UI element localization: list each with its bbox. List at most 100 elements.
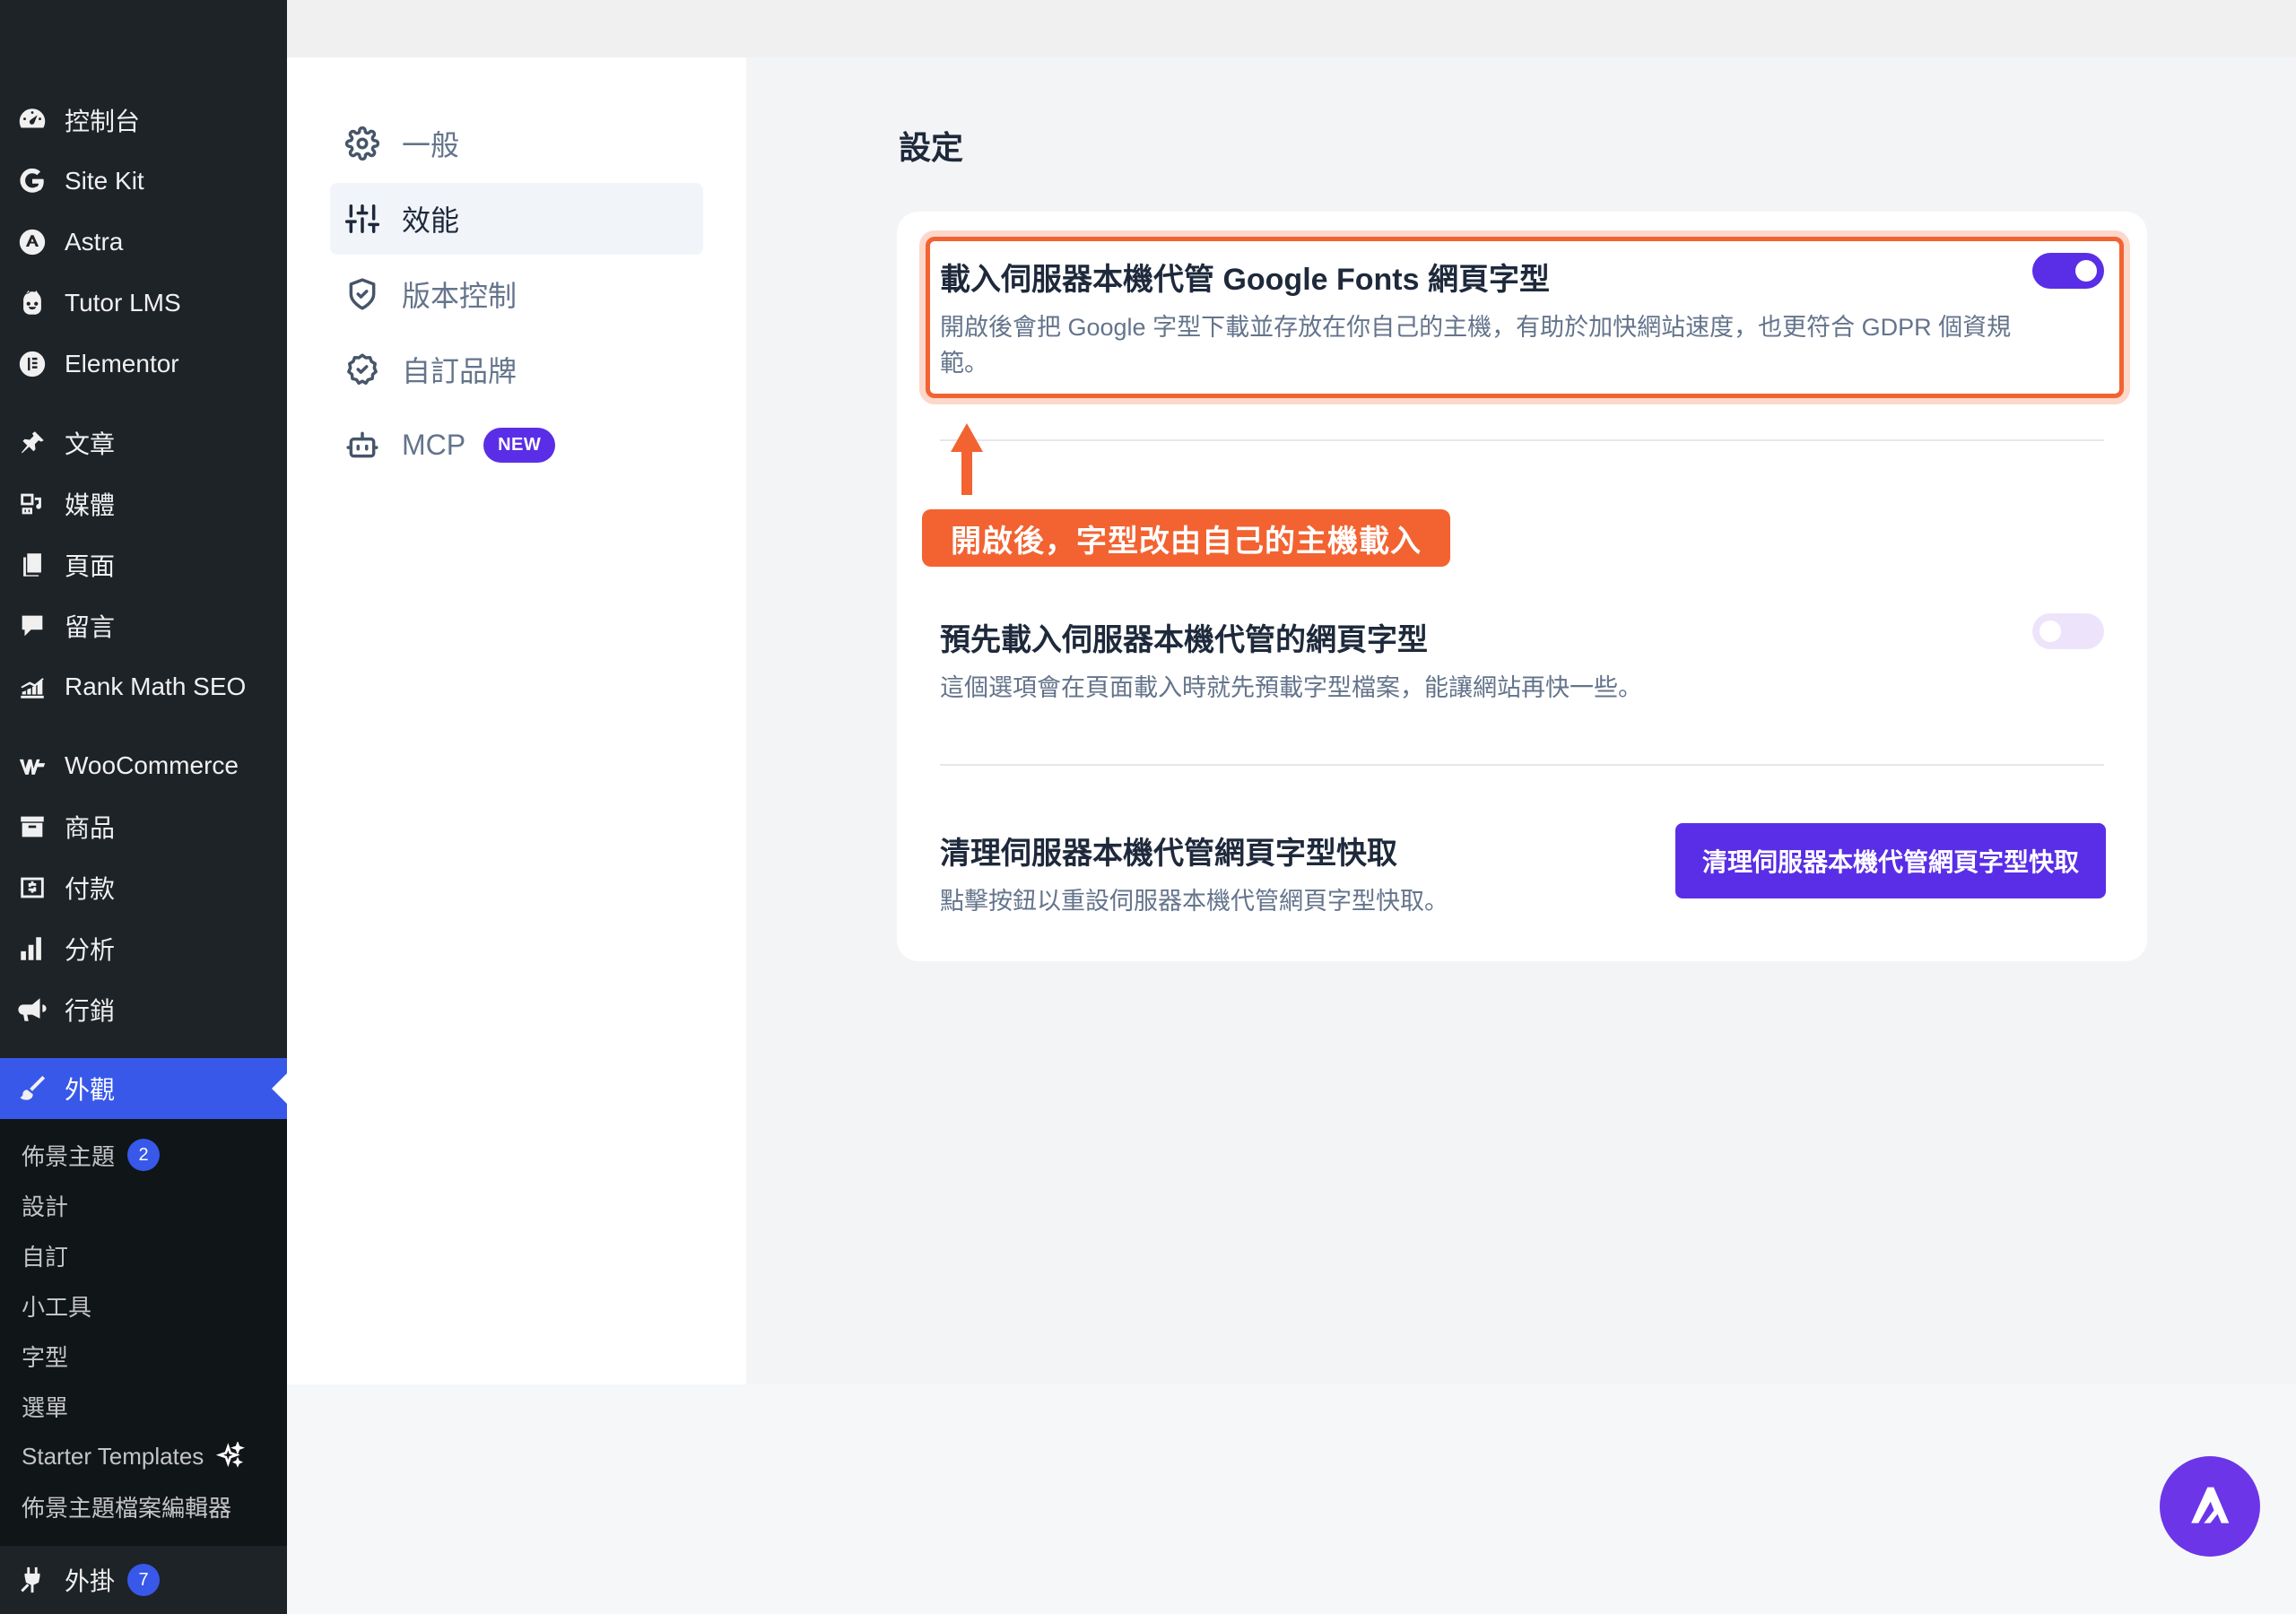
submenu-item-widgets[interactable]: 小工具 [0,1280,287,1331]
settings-card: 載入伺服器本機代管 Google Fonts 網頁字型 開啟後會把 Google… [897,212,2147,961]
google-icon [16,165,48,197]
sidebar-item-label: 留言 [65,613,116,641]
pin-icon [16,427,48,459]
sidebar-item-label: 外掛 [65,1567,116,1595]
admin-top-strip [287,0,2296,57]
annotation-arrow-icon [951,423,983,495]
nav-item-label: 自訂品牌 [402,355,517,387]
shield-icon [344,276,380,312]
submenu-item-fonts[interactable]: 字型 [0,1331,287,1381]
submenu-item-label: Starter Templates [22,1442,204,1470]
submenu-item-label: 自訂 [22,1243,69,1271]
sidebar-item-elementor[interactable]: Elementor [0,334,287,395]
submenu-item-label: 小工具 [22,1293,92,1321]
setting-description: 這個選項會在頁面載入時就先預載字型檔案，能讓網站再快一些。 [940,674,1642,701]
submenu-item-label: 佈景主題 [22,1142,116,1170]
sidebar-item-label: 行銷 [65,997,116,1025]
preload-fonts-toggle[interactable] [2032,613,2104,649]
sidebar-item-appearance[interactable]: 外觀 [0,1058,287,1119]
sidebar-item-analytics[interactable]: 分析 [0,918,287,979]
astra-logo-icon [2191,1487,2230,1523]
nav-item-mcp[interactable]: MCP NEW [330,409,703,481]
submenu-item-label: 設計 [22,1193,69,1220]
sidebar-item-label: 控制台 [65,108,141,135]
nav-item-performance[interactable]: 效能 [330,183,703,255]
submenu-item-themes[interactable]: 佈景主題 2 [0,1130,287,1180]
sidebar-item-label: 分析 [65,936,116,964]
submenu-item-menus[interactable]: 選單 [0,1381,287,1431]
setting-local-google-fonts: 載入伺服器本機代管 Google Fonts 網頁字型 開啟後會把 Google… [940,255,2106,381]
gear-icon [344,126,380,161]
divider [940,439,2104,441]
settings-nav: 一般 效能 版本控制 自訂品牌 MCP NEW [287,57,746,1384]
menu-separator [0,1040,287,1058]
sidebar-item-label: 媒體 [65,491,116,519]
sidebar-item-astra[interactable]: Astra [0,212,287,273]
menu-separator [0,395,287,412]
rankmath-icon [16,671,48,703]
robot-icon [344,427,380,463]
setting-title: 載入伺服器本機代管 Google Fonts 網頁字型 [940,263,1550,297]
comments-icon [16,610,48,642]
nav-item-general[interactable]: 一般 [330,108,703,179]
local-fonts-toggle[interactable] [2032,253,2104,289]
submenu-item-starter-templates[interactable]: Starter Templates [0,1431,287,1481]
sidebar-item-label: WooCommerce [65,751,239,779]
sidebar-item-label: Rank Math SEO [65,672,247,700]
sidebar-item-marketing[interactable]: 行銷 [0,979,287,1040]
setting-title: 預先載入伺服器本機代管的網頁字型 [940,623,1428,657]
wp-admin-sidebar: 控制台 Site Kit Astra Tutor LMS Elementor 文… [0,0,287,1614]
sidebar-item-pages[interactable]: 頁面 [0,534,287,595]
sidebar-item-payments[interactable]: 付款 [0,857,287,918]
sidebar-item-plugins[interactable]: 外掛 7 [0,1549,287,1610]
submenu-item-label: 選單 [22,1393,69,1421]
megaphone-icon [16,994,48,1026]
submenu-item-theme-file-editor[interactable]: 佈景主題檔案編輯器 [0,1481,287,1532]
submenu-item-label: 字型 [22,1343,69,1371]
elementor-icon [16,348,48,380]
sidebar-item-woocommerce[interactable]: WooCommerce [0,735,287,796]
sliders-icon [344,201,380,237]
submenu-item-label: 佈景主題檔案編輯器 [22,1494,232,1522]
tutor-icon [16,287,48,319]
archive-icon [16,811,48,843]
wp-admin-menu: 控制台 Site Kit Astra Tutor LMS Elementor 文… [0,0,287,1119]
media-icon [16,488,48,520]
astra-help-button[interactable] [2160,1456,2260,1557]
nav-item-label: 版本控制 [402,280,517,312]
sidebar-item-label: 頁面 [65,552,116,580]
nav-item-label: MCP [402,428,466,461]
sidebar-item-label: Site Kit [65,167,144,195]
dashboard-icon [16,104,48,136]
settings-main: 設定 載入伺服器本機代管 Google Fonts 網頁字型 開啟後會把 Goo… [746,57,2296,1384]
nav-item-white-label[interactable]: 自訂品牌 [330,334,703,405]
sidebar-item-label: 商品 [65,814,116,842]
sidebar-item-tutor-lms[interactable]: Tutor LMS [0,273,287,334]
menu-separator [0,717,287,735]
wp-admin-menu-lower: 外掛 7 [0,1546,287,1610]
submenu-item-customize[interactable]: 自訂 [0,1230,287,1280]
nav-item-version-control[interactable]: 版本控制 [330,258,703,330]
submenu-item-design[interactable]: 設計 [0,1180,287,1230]
sidebar-item-label: 外觀 [65,1076,116,1104]
nav-item-label: 一般 [402,129,460,161]
new-badge: NEW [483,427,556,463]
woo-icon [16,750,48,782]
sidebar-item-dashboard[interactable]: 控制台 [0,90,287,151]
annotation-label: 開啟後，字型改由自己的主機載入 [922,509,1450,567]
sidebar-item-comments[interactable]: 留言 [0,595,287,656]
sidebar-item-label: Astra [65,228,124,256]
sparkle-icon [216,1440,246,1471]
sidebar-item-site-kit[interactable]: Site Kit [0,151,287,212]
sidebar-item-rank-math[interactable]: Rank Math SEO [0,656,287,717]
update-count-badge: 2 [127,1139,161,1171]
setting-description: 開啟後會把 Google 字型下載並存放在你自己的主機，有助於加快網站速度，也更… [940,314,2012,377]
pages-icon [16,549,48,581]
sidebar-item-media[interactable]: 媒體 [0,473,287,534]
toggle-knob [2075,260,2097,282]
sidebar-item-posts[interactable]: 文章 [0,412,287,473]
sidebar-item-products[interactable]: 商品 [0,796,287,857]
brush-icon [16,1072,48,1105]
clear-font-cache-button[interactable]: 清理伺服器本機代管網頁字型快取 [1674,823,2106,898]
chart-icon [16,933,48,965]
